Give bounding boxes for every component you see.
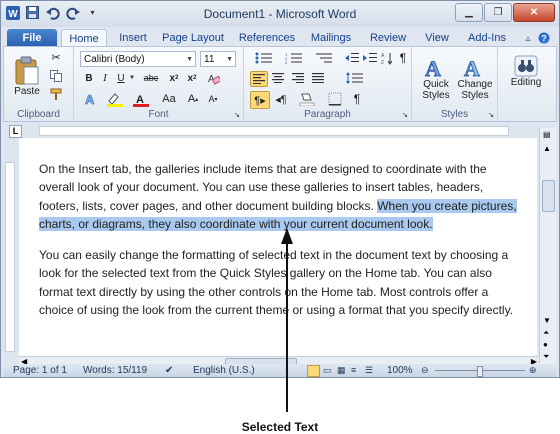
callout-arrow <box>281 228 293 412</box>
callout-caption: Selected Text <box>241 420 319 434</box>
